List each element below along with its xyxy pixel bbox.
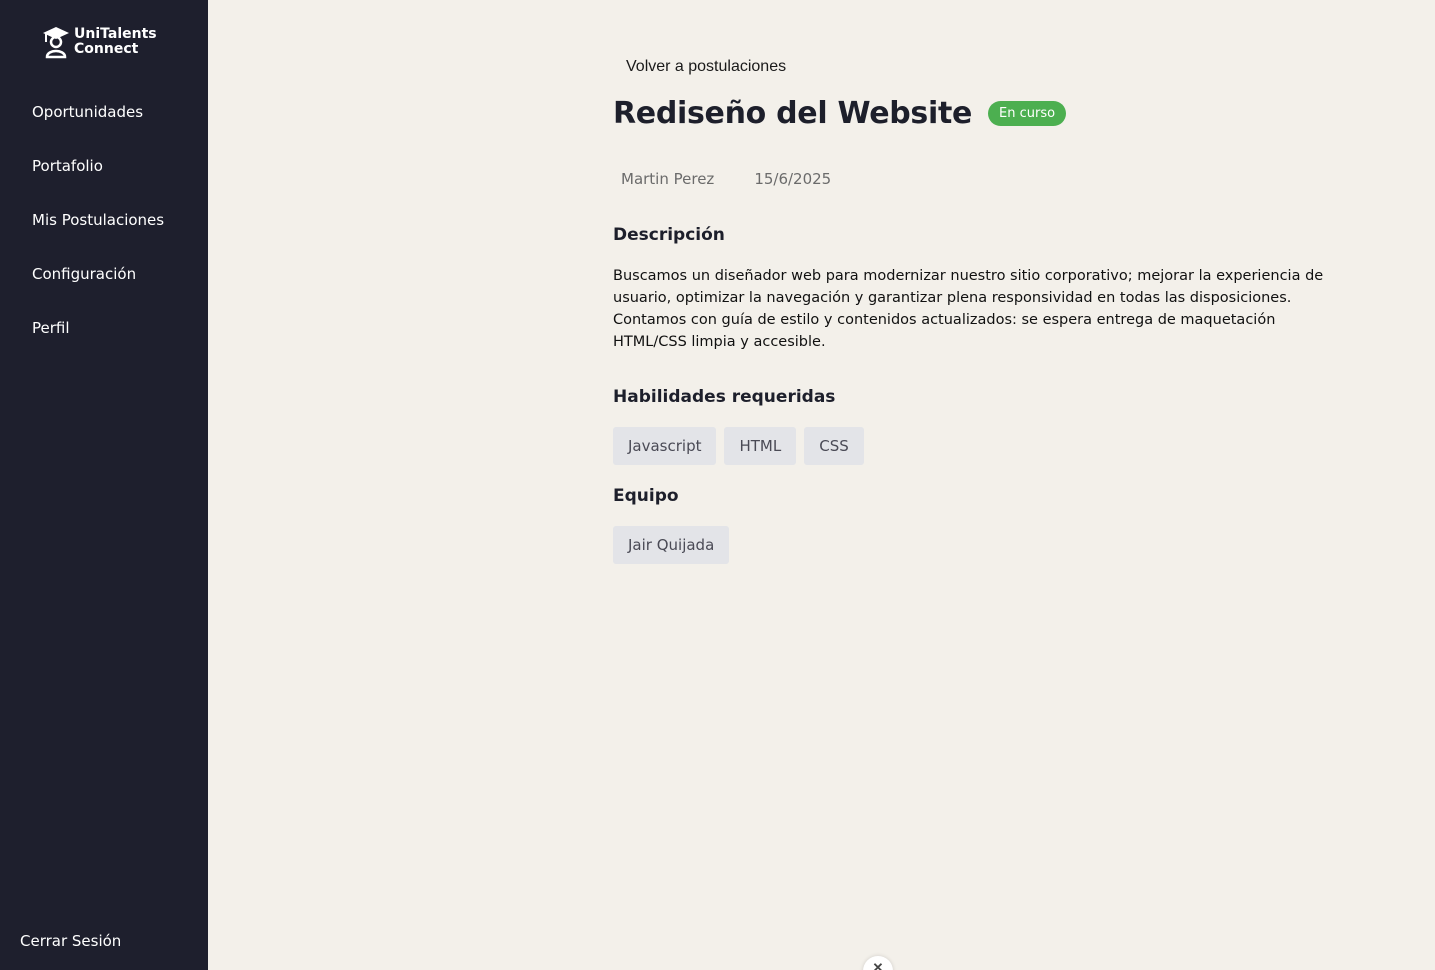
- sidebar-item-perfil[interactable]: Perfil: [0, 310, 208, 364]
- close-icon[interactable]: ✕: [863, 956, 893, 970]
- brand-logo[interactable]: UniTalents Connect: [42, 25, 157, 59]
- logout-button[interactable]: Cerrar Sesión: [20, 932, 121, 950]
- brand-name: UniTalents Connect: [74, 27, 157, 57]
- graduation-cap-person-icon: [43, 27, 69, 59]
- sidebar-item-mis-postulaciones[interactable]: Mis Postulaciones: [0, 202, 208, 256]
- brand-line-1: UniTalents: [74, 26, 157, 42]
- main-content: Volver a postulaciones Rediseño del Webs…: [208, 0, 1435, 970]
- team-list: Jair Quijada: [613, 526, 737, 564]
- app-root: UniTalents Connect Oportunidades Portafo…: [0, 0, 1435, 970]
- skills-heading: Habilidades requeridas: [613, 387, 836, 407]
- sidebar-item-configuracion[interactable]: Configuración: [0, 256, 208, 310]
- page-title: Rediseño del Website: [613, 96, 973, 131]
- team-member-chip: Jair Quijada: [613, 526, 730, 564]
- status-badge: En curso: [988, 101, 1067, 126]
- skill-chip: HTML: [724, 427, 797, 465]
- description-heading: Descripción: [613, 225, 725, 245]
- skills-list: Javascript HTML CSS: [613, 427, 872, 465]
- project-meta: Martin Perez 15/6/2025: [621, 170, 831, 188]
- sidebar-item-oportunidades[interactable]: Oportunidades: [0, 94, 208, 148]
- sidebar: UniTalents Connect Oportunidades Portafo…: [0, 0, 208, 970]
- brand-line-2: Connect: [74, 41, 139, 57]
- author-name: Martin Perez: [621, 170, 715, 188]
- sidebar-item-portafolio[interactable]: Portafolio: [0, 148, 208, 202]
- skill-chip: Javascript: [613, 427, 717, 465]
- title-row: Rediseño del Website En curso: [613, 96, 1067, 131]
- sidebar-nav: Oportunidades Portafolio Mis Postulacion…: [0, 94, 208, 364]
- project-date: 15/6/2025: [754, 170, 832, 188]
- back-to-applications-link[interactable]: Volver a postulaciones: [626, 58, 786, 76]
- team-heading: Equipo: [613, 486, 679, 506]
- description-text: Buscamos un diseñador web para moderniza…: [613, 268, 1324, 350]
- skill-chip: CSS: [804, 427, 864, 465]
